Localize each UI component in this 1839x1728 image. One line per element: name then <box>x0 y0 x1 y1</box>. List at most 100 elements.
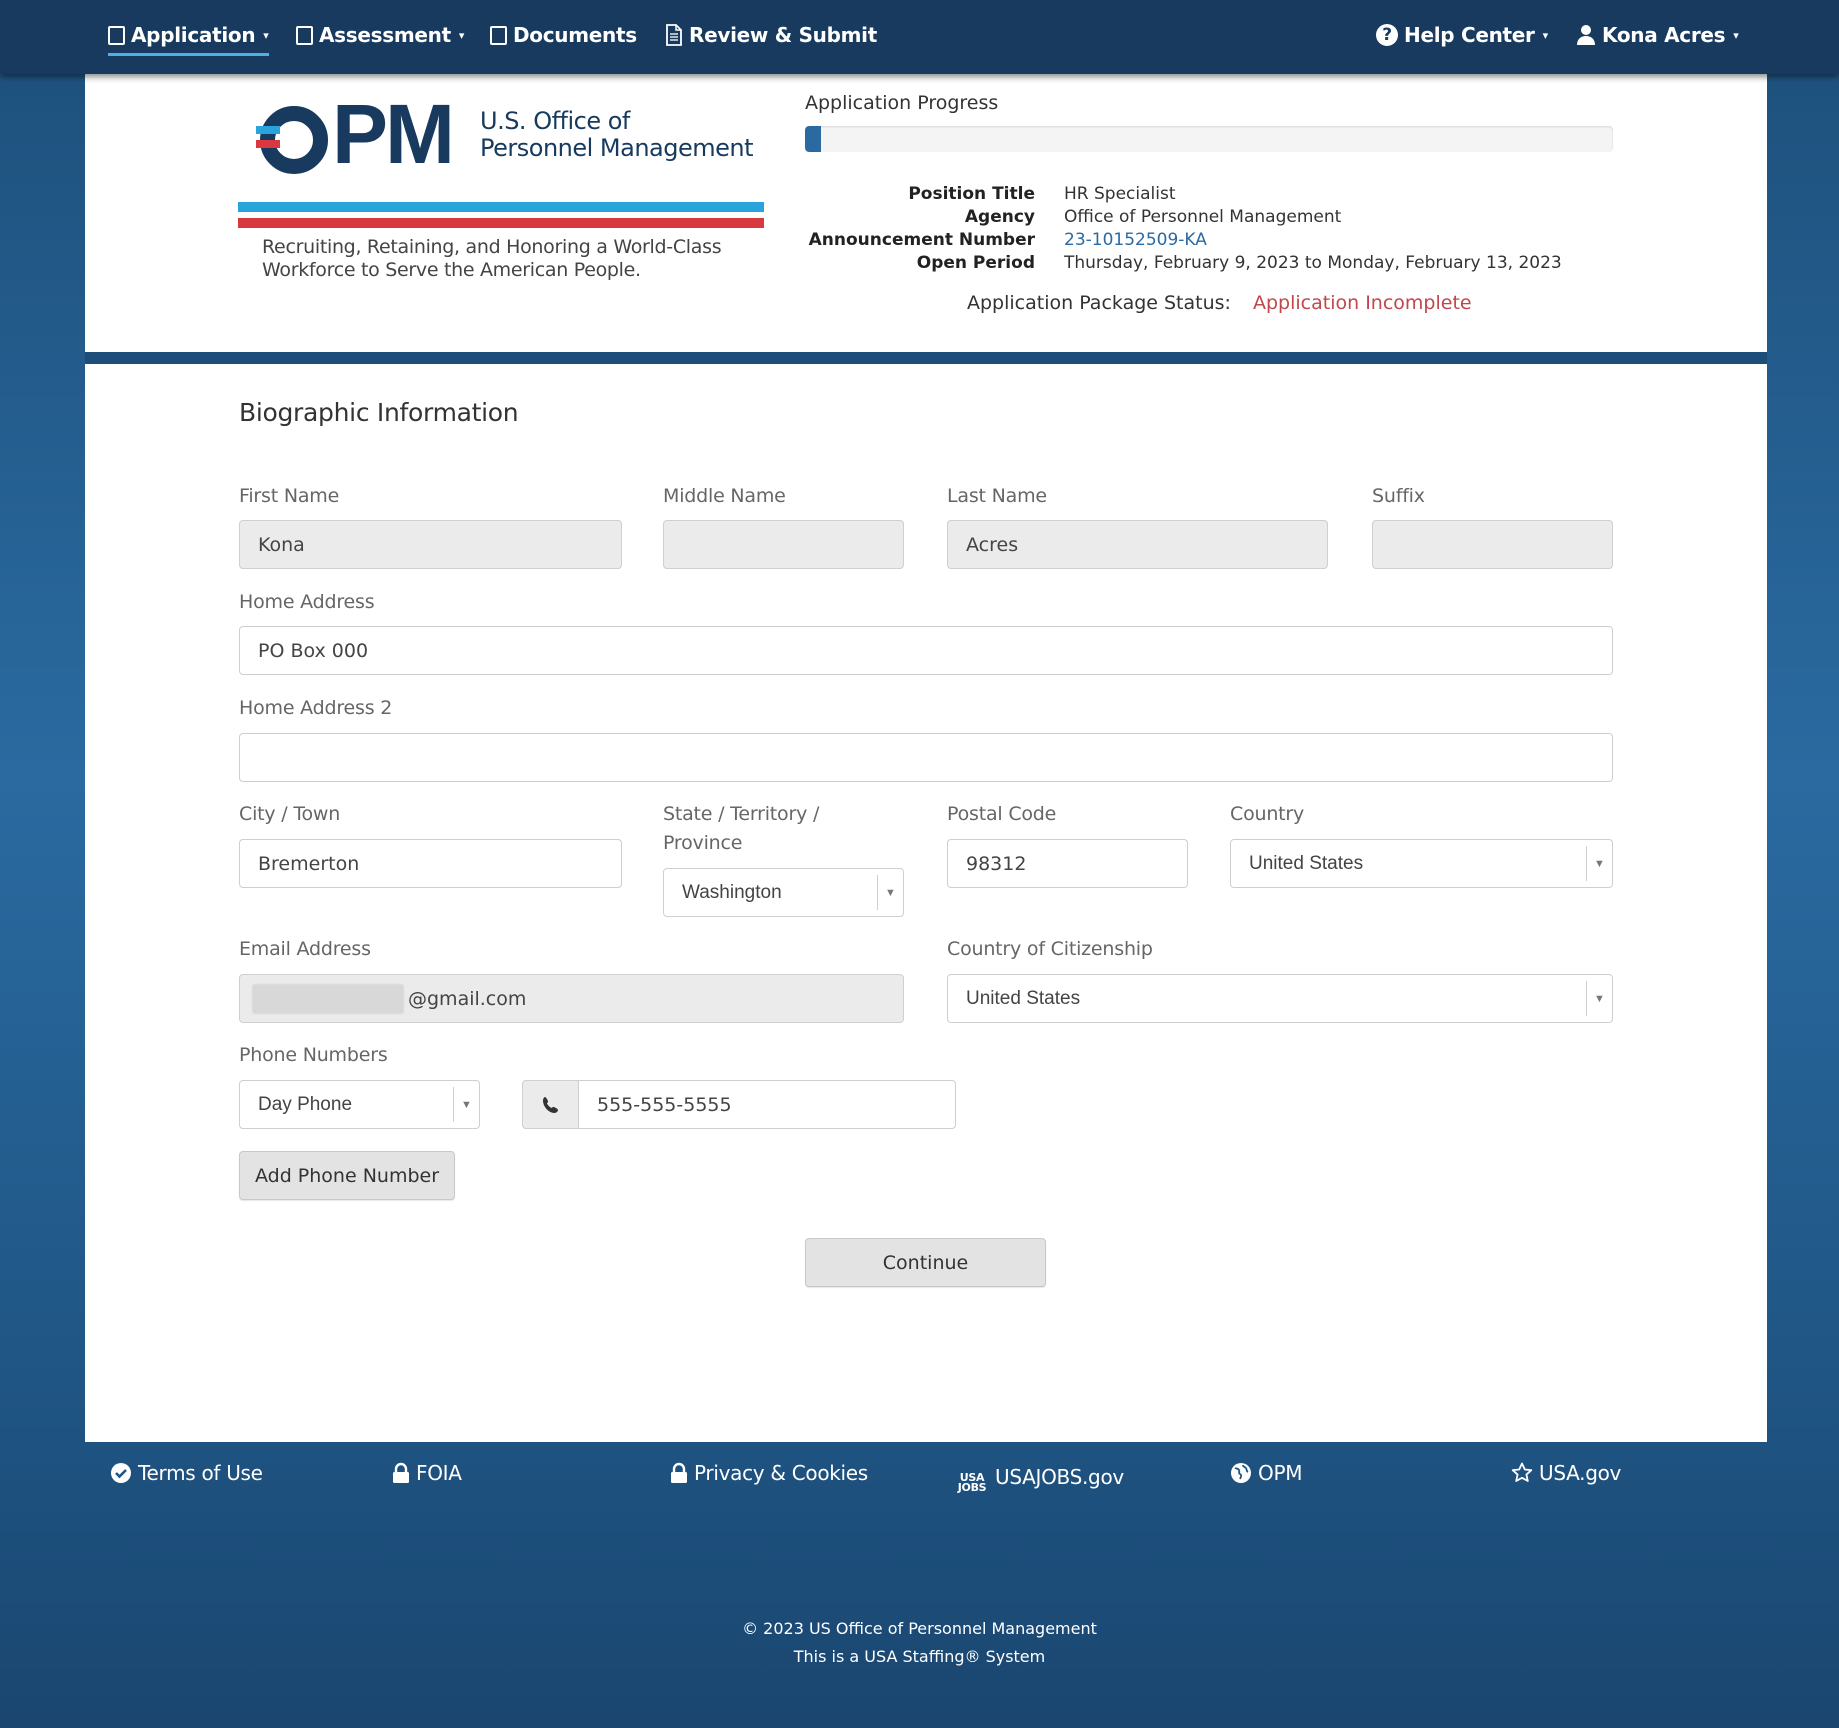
application-progress-label: Application Progress <box>805 92 999 114</box>
position-title-key: Position Title <box>908 184 1035 204</box>
caret-down-icon: ▾ <box>1542 28 1549 42</box>
announcement-number-link[interactable]: 23-10152509-KA <box>1064 230 1207 250</box>
opm-label: OPM <box>1258 1461 1303 1485</box>
opm-logo: PM U.S. Office of Personnel Management R… <box>238 92 764 281</box>
open-period-value: Thursday, February 9, 2023 to Monday, Fe… <box>1064 253 1562 273</box>
application-header-panel: PM U.S. Office of Personnel Management R… <box>85 74 1767 352</box>
top-navigation-bar: Application ▾ Assessment ▾ Documents Rev… <box>0 0 1839 74</box>
phone-icon <box>522 1080 579 1129</box>
lock-icon <box>671 1462 687 1483</box>
usajobs-mark-line2: JOBS <box>957 1481 987 1494</box>
checkbox-icon <box>490 25 507 45</box>
foia-label: FOIA <box>416 1461 462 1485</box>
state-select-value: Washington <box>682 881 782 903</box>
user-menu[interactable]: Kona Acres ▾ <box>1576 20 1739 50</box>
nav-application-label: Application <box>131 23 256 47</box>
nav-documents-link[interactable]: Documents <box>490 20 637 50</box>
user-icon <box>1577 25 1595 45</box>
first-name-label: First Name <box>239 485 340 507</box>
dropdown-arrow-icon: ▼ <box>453 1087 479 1122</box>
phone-type-select[interactable]: Day Phone ▼ <box>239 1080 480 1129</box>
opm-name-line2: Personnel Management <box>480 134 754 162</box>
middle-name-label: Middle Name <box>663 485 786 507</box>
continue-button[interactable]: Continue <box>805 1238 1046 1287</box>
question-circle-icon: ? <box>1376 24 1398 46</box>
open-period-key: Open Period <box>916 253 1035 273</box>
logo-red-line <box>238 218 764 228</box>
footer-system-note: This is a USA Staffing® System <box>793 1647 1046 1666</box>
caret-down-icon: ▾ <box>263 28 269 42</box>
country-label: Country <box>1230 803 1305 825</box>
citizenship-select-value: United States <box>966 987 1081 1009</box>
citizenship-label: Country of Citizenship <box>947 938 1153 960</box>
citizenship-select[interactable]: United States ▼ <box>947 974 1613 1023</box>
city-field[interactable]: Bremerton <box>239 839 622 888</box>
application-progress-fill <box>805 126 822 152</box>
footer-terms-of-use-link[interactable]: Terms of Use <box>110 1461 263 1485</box>
email-field[interactable]: @gmail.com <box>239 974 904 1023</box>
caret-down-icon: ▾ <box>458 28 465 42</box>
logo-blue-line <box>238 202 764 212</box>
redacted-email-user <box>252 983 404 1014</box>
state-label-line2: Province <box>663 832 743 854</box>
home-address-field[interactable]: PO Box 000 <box>239 626 1613 675</box>
nav-assessment-label: Assessment <box>319 23 451 47</box>
postal-code-label: Postal Code <box>947 803 1057 825</box>
header-divider-band <box>85 352 1767 364</box>
phone-type-value: Day Phone <box>258 1093 353 1115</box>
user-name-label: Kona Acres <box>1602 23 1726 47</box>
first-name-field[interactable]: Kona <box>239 520 622 569</box>
state-label-line1: State / Territory / <box>663 803 820 825</box>
last-name-label: Last Name <box>947 485 1047 507</box>
opm-logo-red-stripe <box>256 140 280 148</box>
package-status-value: Application Incomplete <box>1253 292 1472 314</box>
terms-of-use-label: Terms of Use <box>138 1461 263 1485</box>
footer-privacy-cookies-link[interactable]: Privacy & Cookies <box>670 1461 868 1485</box>
phone-numbers-label: Phone Numbers <box>239 1044 388 1066</box>
agency-key: Agency <box>964 207 1035 227</box>
caret-down-icon: ▾ <box>1733 28 1739 42</box>
phone-handset-icon <box>542 1096 558 1113</box>
position-title-value: HR Specialist <box>1064 184 1176 204</box>
footer-copyright: © 2023 US Office of Personnel Management <box>742 1619 1097 1638</box>
footer-foia-link[interactable]: FOIA <box>392 1461 462 1485</box>
country-select-value: United States <box>1249 852 1364 874</box>
middle-name-field[interactable] <box>663 520 904 569</box>
nav-application-menu[interactable]: Application ▾ <box>108 20 269 56</box>
opm-tagline: Recruiting, Retaining, and Honoring a Wo… <box>262 236 722 282</box>
opm-logo-letters: PM <box>332 87 455 181</box>
package-status-label: Application Package Status: <box>967 292 1231 314</box>
help-center-label: Help Center <box>1404 23 1535 47</box>
home-address-label: Home Address <box>239 591 375 613</box>
suffix-field[interactable] <box>1372 520 1613 569</box>
add-phone-number-button[interactable]: Add Phone Number <box>239 1151 455 1200</box>
opm-logo-name: U.S. Office of Personnel Management <box>480 108 754 162</box>
city-label: City / Town <box>239 803 341 825</box>
globe-icon <box>1231 1463 1251 1483</box>
nav-assessment-menu[interactable]: Assessment ▾ <box>296 20 464 50</box>
application-progress-bar <box>805 126 1613 152</box>
last-name-field[interactable]: Acres <box>947 520 1328 569</box>
footer-opm-link[interactable]: OPM <box>1230 1461 1302 1485</box>
dropdown-arrow-icon: ▼ <box>877 875 903 910</box>
dropdown-arrow-icon: ▼ <box>1586 846 1612 881</box>
nav-review-submit-link[interactable]: Review & Submit <box>665 20 877 50</box>
country-select[interactable]: United States ▼ <box>1230 839 1613 888</box>
nav-review-submit-label: Review & Submit <box>689 23 877 47</box>
footer-usajobs-link[interactable]: USA JOBS USAJOBS.gov <box>955 1461 1125 1494</box>
postal-code-field[interactable]: 98312 <box>947 839 1188 888</box>
state-label: State / Territory / Province <box>663 800 819 858</box>
tagline-line1: Recruiting, Retaining, and Honoring a Wo… <box>262 236 722 258</box>
suffix-label: Suffix <box>1372 485 1425 507</box>
biographic-form-panel: Biographic Information First Name Kona M… <box>85 364 1767 1442</box>
agency-value: Office of Personnel Management <box>1064 207 1342 227</box>
checkbox-icon <box>108 25 125 45</box>
opm-logo-blue-stripe <box>256 126 280 134</box>
help-center-menu[interactable]: ? Help Center ▾ <box>1376 20 1548 50</box>
home-address2-field[interactable] <box>239 733 1613 782</box>
phone-number-field[interactable]: 555-555-5555 <box>578 1080 956 1129</box>
home-address2-label: Home Address 2 <box>239 697 393 719</box>
state-select[interactable]: Washington ▼ <box>663 868 904 917</box>
footer-usagov-link[interactable]: USA.gov <box>1511 1461 1621 1485</box>
usagov-label: USA.gov <box>1539 1461 1622 1485</box>
